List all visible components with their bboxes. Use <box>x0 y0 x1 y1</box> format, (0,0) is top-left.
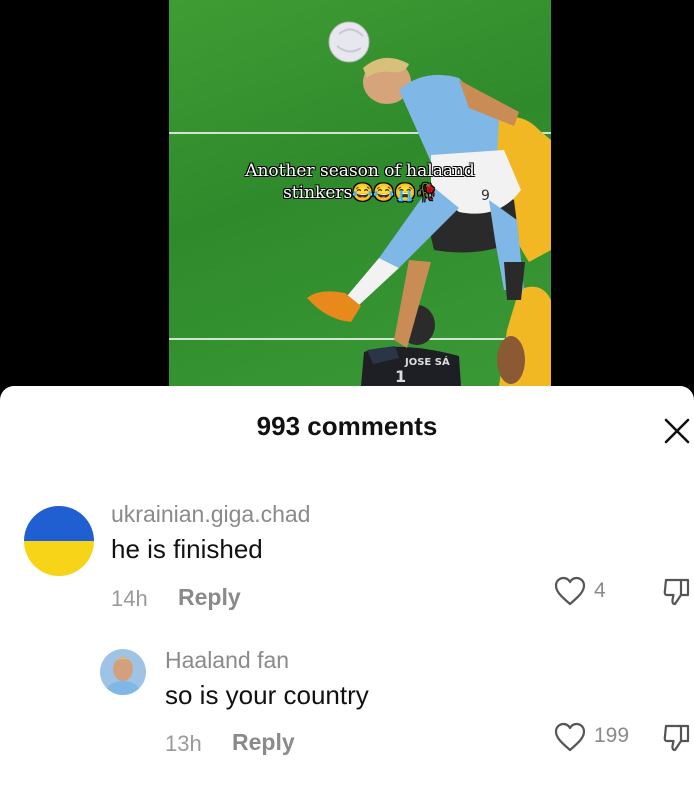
thumbs-down-icon <box>663 578 690 606</box>
dislike-button[interactable] <box>662 721 692 758</box>
video-player[interactable]: JOSE SÁ 1 9 Another season of halaand st… <box>0 0 694 400</box>
reply-button[interactable]: Reply <box>178 584 241 611</box>
comments-sheet: 993 comments ukrainian.giga.chad he is f… <box>0 386 694 786</box>
dislike-button[interactable] <box>662 575 692 612</box>
comment-timestamp: 14h <box>111 586 148 611</box>
thumbs-down-icon <box>663 724 690 752</box>
football <box>328 21 370 63</box>
keeper-name-text: JOSE SÁ <box>404 355 450 368</box>
close-button[interactable] <box>662 416 692 446</box>
like-count: 4 <box>594 579 606 602</box>
ukraine-flag-avatar[interactable] <box>24 506 94 576</box>
comment-timestamp: 13h <box>165 731 202 756</box>
comment-username[interactable]: ukrainian.giga.chad <box>111 501 310 528</box>
comment-text: he is finished <box>111 534 263 564</box>
keeper-number-text: 1 <box>395 367 406 386</box>
reply-button[interactable]: Reply <box>232 729 295 756</box>
comments-count-title: 993 comments <box>256 411 438 441</box>
caption-line-1: Another season of halaand <box>245 161 475 181</box>
heart-icon <box>554 576 586 606</box>
video-caption: Another season of halaand stinkers😂😂😭🥀 <box>169 160 551 204</box>
video-frame: JOSE SÁ 1 9 Another season of halaand st… <box>169 0 551 386</box>
like-button[interactable] <box>553 575 587 612</box>
caption-line-2: stinkers😂😂😭🥀 <box>283 183 437 203</box>
comment-username[interactable]: Haaland fan <box>165 647 289 674</box>
like-button[interactable] <box>553 721 587 758</box>
close-icon <box>664 418 690 444</box>
player-photo-avatar[interactable] <box>100 649 146 695</box>
like-count: 199 <box>594 724 630 747</box>
heart-icon <box>554 722 586 752</box>
comment-text: so is your country <box>165 680 369 710</box>
